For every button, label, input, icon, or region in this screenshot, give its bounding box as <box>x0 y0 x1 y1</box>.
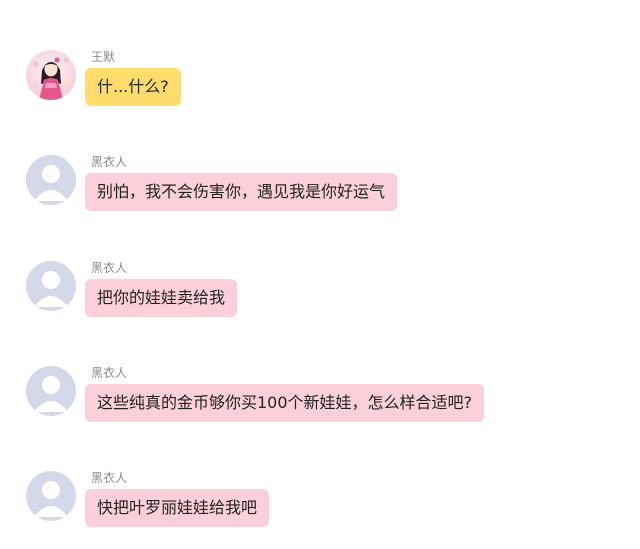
message-bubble: 这些纯真的金币够你买100个新娃娃，怎么样合适吧? <box>85 384 485 422</box>
default-user-avatar-icon[interactable] <box>26 366 76 416</box>
chat-window: 王默 什...什么? 黑衣人 别怕，我不会伤害你，遇见我是你好运气 黑衣人 把你… <box>0 0 640 549</box>
sender-name: 黑衣人 <box>91 155 128 169</box>
sender-name: 王默 <box>91 50 116 64</box>
sender-name: 黑衣人 <box>91 366 128 380</box>
default-user-avatar-icon[interactable] <box>26 155 76 205</box>
message-bubble: 什...什么? <box>85 68 181 106</box>
message-bubble: 别怕，我不会伤害你，遇见我是你好运气 <box>85 173 398 211</box>
sender-name: 黑衣人 <box>91 471 128 485</box>
message-bubble: 快把叶罗丽娃娃给我吧 <box>85 489 270 527</box>
chat-message: 黑衣人 这些纯真的金币够你买100个新娃娃，怎么样合适吧? <box>26 366 485 422</box>
default-user-avatar-icon[interactable] <box>26 471 76 521</box>
chat-message: 黑衣人 快把叶罗丽娃娃给我吧 <box>26 471 270 527</box>
message-bubble: 把你的娃娃卖给我 <box>85 279 238 317</box>
chat-message: 黑衣人 别怕，我不会伤害你，遇见我是你好运气 <box>26 155 398 211</box>
sender-name: 黑衣人 <box>91 261 128 275</box>
default-user-avatar-icon[interactable] <box>26 261 76 311</box>
girl-avatar-icon[interactable] <box>26 50 76 100</box>
chat-message: 黑衣人 把你的娃娃卖给我 <box>26 261 238 317</box>
chat-message: 王默 什...什么? <box>26 50 181 106</box>
